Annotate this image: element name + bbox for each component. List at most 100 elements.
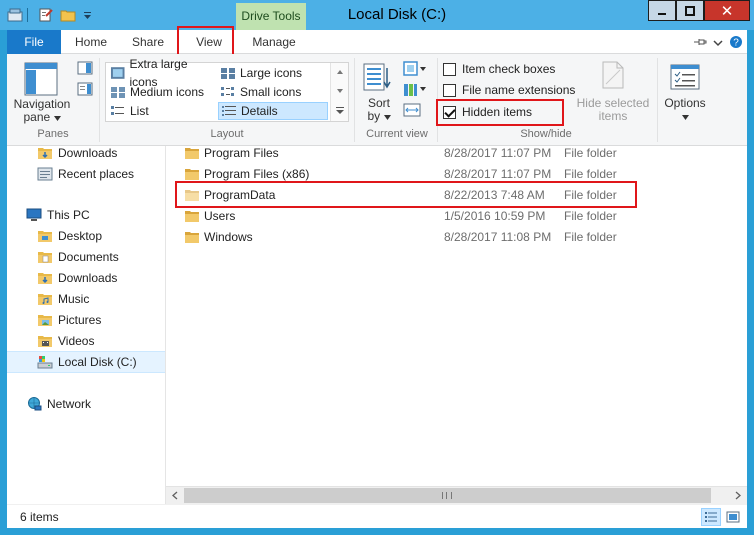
- table-row[interactable]: Windows 8/28/2017 11:08 PM File folder: [166, 227, 747, 248]
- table-row[interactable]: Program Files (x86) 8/28/2017 11:07 PM F…: [166, 164, 747, 185]
- help-button[interactable]: ?: [729, 35, 743, 52]
- add-columns-icon: [404, 84, 426, 96]
- nav-item-downloads[interactable]: Downloads: [7, 268, 165, 288]
- layout-details[interactable]: Details: [218, 102, 328, 120]
- properties-button[interactable]: [37, 6, 55, 24]
- computer-icon: [26, 208, 42, 221]
- horizontal-scrollbar[interactable]: [166, 486, 747, 504]
- nav-item-videos[interactable]: Videos: [7, 331, 165, 351]
- qat-customize-button[interactable]: [80, 6, 94, 24]
- new-folder-button[interactable]: [59, 6, 77, 24]
- details-pane-button[interactable]: [77, 82, 93, 99]
- large-icons-icon: [221, 68, 235, 79]
- tab-view[interactable]: View: [181, 30, 237, 54]
- downloads-folder-icon: [38, 148, 52, 159]
- file-name-extensions-checkbox[interactable]: [443, 83, 456, 97]
- options-button[interactable]: [669, 63, 701, 96]
- nav-item-desktop[interactable]: Desktop: [7, 226, 165, 246]
- options-dropdown[interactable]: [659, 110, 711, 123]
- layout-list[interactable]: List: [108, 102, 216, 120]
- group-by-button[interactable]: [403, 61, 427, 80]
- navigation-pane-icon: [24, 62, 58, 96]
- scroll-right-button[interactable]: [729, 487, 747, 504]
- nav-item-label: Music: [58, 292, 90, 306]
- app-icon[interactable]: [6, 6, 24, 24]
- scroll-left-button[interactable]: [166, 487, 184, 504]
- item-check-boxes-checkbox[interactable]: [443, 62, 456, 76]
- window-title: Local Disk (C:): [347, 6, 447, 23]
- file-type: File folder: [564, 230, 617, 244]
- collapse-ribbon-button[interactable]: [713, 37, 723, 51]
- scroll-thumb[interactable]: [184, 488, 711, 503]
- file-name: Program Files (x86): [204, 167, 310, 181]
- layout-extra-large-icons[interactable]: Extra large icons: [108, 57, 216, 89]
- nav-item-label: Documents: [58, 250, 119, 264]
- group-label-current-view: Current view: [366, 128, 428, 140]
- layout-item-label: List: [130, 104, 149, 118]
- layout-gallery: Extra large icons Large icons Medium ico…: [105, 57, 349, 122]
- file-name-extensions-toggle[interactable]: File name extensions: [443, 81, 575, 99]
- minimize-button[interactable]: [648, 0, 676, 21]
- nav-item-pictures[interactable]: Pictures: [7, 310, 165, 330]
- tab-file[interactable]: File: [7, 30, 61, 54]
- nav-item-documents[interactable]: Documents: [7, 247, 165, 267]
- nav-item-label: This PC: [47, 208, 90, 222]
- preview-pane-button[interactable]: [77, 61, 93, 78]
- nav-item-downloads-quick[interactable]: Downloads: [7, 143, 165, 163]
- file-name-extensions-label: File name extensions: [462, 83, 576, 97]
- file-date: 8/28/2017 11:08 PM: [444, 230, 552, 244]
- nav-item-local-disk[interactable]: Local Disk (C:): [7, 351, 165, 373]
- layout-small-icons[interactable]: Small icons: [218, 83, 328, 101]
- ribbon-tab-bar: File Home Share View Manage ?: [7, 30, 747, 54]
- chevron-down-icon: [53, 116, 61, 121]
- hide-selected-items-button[interactable]: [600, 60, 626, 93]
- tab-home[interactable]: Home: [67, 30, 115, 54]
- scroll-grip-icon: [442, 492, 452, 499]
- large-icons-view-toggle[interactable]: [723, 508, 743, 526]
- add-columns-button[interactable]: [403, 81, 427, 100]
- nav-item-this-pc[interactable]: This PC: [7, 205, 165, 225]
- layout-item-label: Large icons: [240, 66, 303, 80]
- table-row[interactable]: Program Files 8/28/2017 11:07 PM File fo…: [166, 143, 747, 164]
- tab-share[interactable]: Share: [123, 30, 173, 54]
- nav-item-music[interactable]: Music: [7, 289, 165, 309]
- table-row[interactable]: Users 1/5/2016 10:59 PM File folder: [166, 206, 747, 227]
- minimize-icon: [658, 12, 666, 15]
- ribbon-right-controls: ?: [693, 35, 743, 52]
- hidden-items-checkbox[interactable]: [443, 105, 456, 119]
- navigation-pane: Downloads Recent places This PC Desktop …: [7, 146, 165, 504]
- file-name: ProgramData: [204, 188, 276, 202]
- properties-icon: [39, 8, 53, 22]
- layout-gallery-scroller[interactable]: [330, 63, 348, 121]
- pin-ribbon-button[interactable]: [693, 36, 707, 51]
- navigation-pane-button[interactable]: [24, 62, 58, 99]
- item-check-boxes-label: Item check boxes: [462, 62, 556, 76]
- maximize-button[interactable]: [676, 0, 704, 21]
- size-columns-to-fit-button[interactable]: [403, 102, 421, 121]
- sort-by-button[interactable]: [362, 62, 392, 95]
- folder-icon: [185, 169, 199, 180]
- file-name: Program Files: [204, 146, 279, 160]
- group-label-panes: Panes: [37, 128, 69, 140]
- details-view-icon: [705, 512, 717, 522]
- folder-icon: [185, 148, 199, 159]
- item-check-boxes-toggle[interactable]: Item check boxes: [443, 60, 555, 78]
- nav-item-network[interactable]: Network: [7, 394, 165, 414]
- title-bar: Drive Tools Local Disk (C:) ✕: [0, 0, 754, 30]
- file-list: Program Files 8/28/2017 11:07 PM File fo…: [166, 146, 747, 486]
- file-date: 8/28/2017 11:07 PM: [444, 146, 552, 160]
- nav-item-recent-places[interactable]: Recent places: [7, 164, 165, 184]
- chevron-down-icon: [383, 115, 391, 120]
- layout-large-icons[interactable]: Large icons: [218, 64, 328, 82]
- hide-selected-items-label-2: items: [598, 109, 628, 123]
- hide-selected-items-icon: [602, 61, 624, 89]
- table-row[interactable]: ProgramData 8/22/2013 7:48 AM File folde…: [166, 185, 747, 206]
- close-button[interactable]: ✕: [704, 0, 750, 21]
- tab-manage[interactable]: Manage: [241, 30, 307, 54]
- layout-medium-icons[interactable]: Medium icons: [108, 83, 216, 101]
- nav-item-label: Downloads: [58, 146, 118, 160]
- hidden-items-toggle[interactable]: Hidden items: [443, 103, 532, 121]
- details-icon: [222, 106, 236, 116]
- file-name: Users: [204, 209, 236, 223]
- details-view-toggle[interactable]: [701, 508, 721, 526]
